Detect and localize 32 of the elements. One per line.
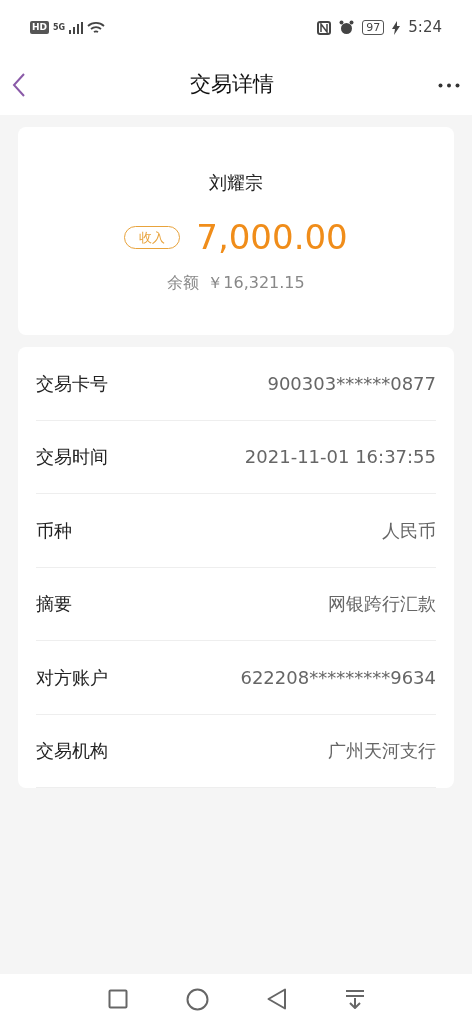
nfc-icon — [317, 20, 332, 35]
detail-label: 摘要 — [36, 592, 72, 617]
detail-label: 交易时间 — [36, 445, 108, 470]
home-icon[interactable] — [185, 987, 209, 1011]
amount: 7,000.00 — [196, 216, 348, 259]
battery-indicator: 97 — [362, 20, 385, 35]
back-nav-icon[interactable] — [266, 988, 287, 1010]
detail-label: 币种 — [36, 518, 72, 543]
signal-icon — [69, 21, 84, 34]
alarm-icon — [339, 20, 355, 35]
detail-value: 广州天河支行 — [328, 739, 436, 764]
hd-indicator: HD — [30, 20, 49, 35]
recents-icon[interactable] — [107, 989, 128, 1009]
detail-value: 网银跨行汇款 — [328, 592, 436, 617]
detail-value: 人民币 — [382, 518, 436, 543]
clock-time: 5:24 — [408, 17, 442, 39]
charging-icon — [392, 20, 401, 35]
detail-value: 900303******0877 — [267, 371, 436, 396]
detail-value: 2021-11-01 16:37:55 — [244, 445, 436, 470]
network-type: 5G — [53, 21, 66, 34]
balance-value: ￥16,321.15 — [207, 272, 305, 294]
balance-label: 余额 — [167, 272, 200, 294]
wifi-icon — [87, 20, 106, 35]
notification-pull-icon[interactable] — [344, 989, 365, 1009]
payee-name: 刘耀宗 — [209, 171, 263, 195]
back-icon[interactable] — [12, 72, 26, 98]
more-icon[interactable] — [438, 82, 460, 88]
page-title: 交易详情 — [190, 71, 274, 99]
detail-label: 交易机构 — [36, 739, 108, 764]
detail-value: 622208*********9634 — [240, 665, 436, 690]
detail-label: 对方账户 — [36, 665, 108, 690]
detail-label: 交易卡号 — [36, 371, 108, 396]
